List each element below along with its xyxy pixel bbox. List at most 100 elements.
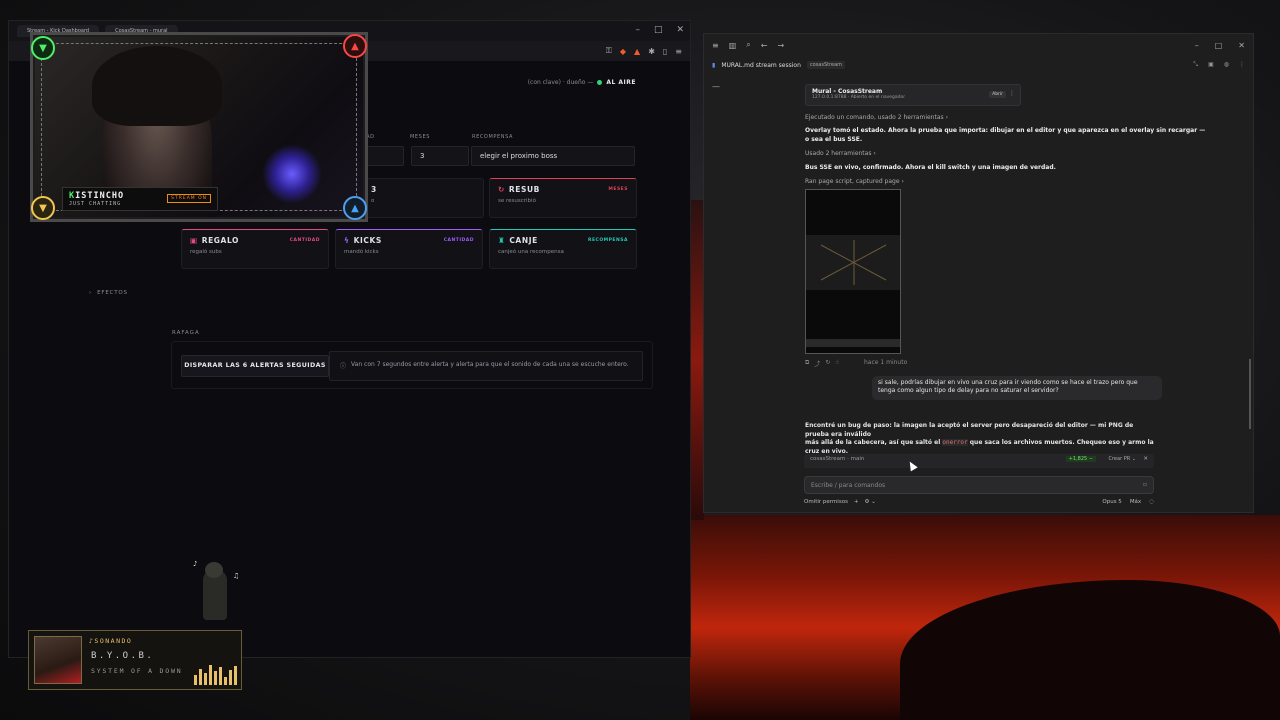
card-subtitle-partial: o xyxy=(371,198,375,204)
equalizer-bar xyxy=(194,675,197,685)
assistant-text-2: o sea el bus SSE. xyxy=(805,136,863,143)
branch-bar: cosasStream · main +1,825 − Crear PR ⌄ ✕ xyxy=(804,454,1154,468)
tool-summary-3[interactable]: Ran page script, captured page › xyxy=(805,178,904,185)
permissions-toggle[interactable]: Omitir permisos xyxy=(804,499,848,505)
live-dot-icon xyxy=(597,80,603,85)
forward-icon[interactable]: → xyxy=(777,41,784,50)
expand-icon[interactable]: ⤡ xyxy=(1193,61,1198,69)
diff-stats[interactable]: +1,825 − xyxy=(1065,456,1096,462)
terminal-icon[interactable]: ▣ xyxy=(1208,61,1214,69)
chat-placeholder: Escribe / para comandos xyxy=(811,482,886,489)
sidebar-toggle-icon[interactable]: ▥ xyxy=(729,41,737,50)
model-selector[interactable]: Opus 5 xyxy=(1102,499,1121,505)
gold-emblem-icon: ▼ xyxy=(31,196,55,220)
equalizer-bar xyxy=(229,670,232,685)
equalizer-bar xyxy=(199,669,202,685)
attach-icon[interactable]: ▫ xyxy=(1143,481,1147,488)
reply-line-1: Encontré un bug de paso: la imagen la ac… xyxy=(805,422,1134,438)
user-message: si sale, podrías dibujar en vivo una cru… xyxy=(872,376,1162,400)
minimize-icon[interactable]: – xyxy=(1195,41,1199,50)
plus-icon[interactable]: + xyxy=(854,499,859,505)
session-title[interactable]: MURAL.md stream session xyxy=(721,62,801,69)
card-badge: RECOMPENSA xyxy=(587,238,628,243)
section-rafaga: RAFAGA xyxy=(172,330,200,336)
card-subtitle: mandó kicks xyxy=(344,249,379,255)
close-icon[interactable]: ✕ xyxy=(1238,41,1245,50)
more-icon[interactable]: ⋮ xyxy=(1239,61,1245,69)
timestamp: hace 1 minuto xyxy=(864,359,908,366)
months-input[interactable]: 3 xyxy=(411,146,469,166)
fire-all-alerts-button[interactable]: DISPARAR LAS 6 ALERTAS SEGUIDAS xyxy=(181,355,329,377)
equalizer-bar xyxy=(234,666,237,685)
tool-summary-text: Ran page script, captured page xyxy=(805,178,900,185)
message-actions: ⧉ ⤴ ↻ ☝ hace 1 minuto xyxy=(805,359,907,368)
alert-card-resub[interactable]: ↻ RESUB MESES se resuscribió xyxy=(489,178,637,218)
retry-icon[interactable]: ↻ xyxy=(825,359,830,368)
now-playing-widget: ♪SONANDO B.Y.O.B. SYSTEM OF A DOWN xyxy=(28,630,242,690)
alert-card-partial[interactable]: 3 o xyxy=(362,178,484,218)
more-icon[interactable]: ⋮ xyxy=(1009,90,1015,97)
alert-card-regalo[interactable]: ▣ REGALO CANTIDAD regaló subs xyxy=(181,229,329,269)
maximize-icon[interactable]: □ xyxy=(1215,41,1223,50)
blue-emblem-icon: ▲ xyxy=(343,196,367,220)
claude-titlebar: ≡ ▥ ⌕ ← → – □ ✕ xyxy=(704,34,1253,56)
preview-subtitle: 127.0.0.1:8788 · Abierto en el navegador xyxy=(812,95,906,100)
menu-icon[interactable]: ≡ xyxy=(712,41,719,50)
alert-card-kicks[interactable]: ϟ KICKS CANTIDAD mandó kicks xyxy=(335,229,483,269)
open-button[interactable]: Abrir xyxy=(989,91,1006,98)
thumb-icon[interactable]: ☝ xyxy=(835,359,839,368)
close-icon[interactable]: ✕ xyxy=(1143,456,1148,462)
menu-icon[interactable]: ≡ xyxy=(675,47,682,56)
effort-selector[interactable]: Máx xyxy=(1130,499,1141,505)
screenshot-toolbar xyxy=(806,339,900,347)
chat-scrollbar[interactable] xyxy=(1249,359,1251,429)
music-note-icon: ♪ xyxy=(193,560,198,568)
model-controls: Opus 5 Máx ◌ xyxy=(1102,499,1154,505)
tool-summary-1[interactable]: Ejecutado un comando, usado 2 herramient… xyxy=(805,114,948,121)
preview-card: Mural - CosasStream 127.0.0.1:8788 · Abi… xyxy=(805,84,1021,106)
brave-shield-icon[interactable]: ◆ xyxy=(620,47,626,56)
minimize-icon[interactable]: – xyxy=(635,25,640,35)
equalizer-bar xyxy=(209,665,212,685)
page-screenshot[interactable] xyxy=(805,189,901,354)
globe-icon[interactable]: ◍ xyxy=(1224,61,1229,69)
back-icon[interactable]: ← xyxy=(761,41,768,50)
inline-code: onerror xyxy=(942,439,968,447)
webcam-feed xyxy=(41,43,357,211)
card-subtitle: regaló subs xyxy=(190,249,222,255)
partial-field[interactable] xyxy=(362,146,404,166)
claude-window: ≡ ▥ ⌕ ← → – □ ✕ ▮ MURAL.md stream sessio… xyxy=(703,33,1254,513)
close-icon[interactable]: ✕ xyxy=(676,25,684,35)
composer-footer: Omitir permisos + ⚙ ⌄ Opus 5 Máx ◌ xyxy=(804,499,1154,505)
settings-icon[interactable]: ⚙ ⌄ xyxy=(865,499,876,505)
search-icon[interactable]: ⌕ xyxy=(746,40,750,50)
chat-input[interactable]: Escribe / para comandos ▫ xyxy=(804,476,1154,494)
maximize-icon[interactable]: □ xyxy=(654,25,663,35)
bolt-icon: ϟ xyxy=(344,236,350,245)
header-recompensa: RECOMPENSA xyxy=(472,134,513,140)
sidebar-item-efectos[interactable]: › EFECTOS xyxy=(89,290,128,296)
create-pr-button[interactable]: Crear PR ⌄ xyxy=(1109,456,1137,462)
header-meses: MESES xyxy=(410,134,430,140)
alert-card-canje[interactable]: ♜ CANJE RECOMPENSA canjeó una recompensa xyxy=(489,229,637,269)
share-icon[interactable]: ⤴ xyxy=(814,359,820,368)
album-art xyxy=(34,636,82,684)
extensions-icon[interactable]: ✱ xyxy=(648,47,655,56)
branch-label[interactable]: cosasStream · main xyxy=(810,456,864,462)
cross-drawing xyxy=(820,240,887,285)
brave-rewards-icon[interactable]: ▲ xyxy=(634,47,640,56)
key-icon[interactable]: ⚿ xyxy=(606,46,612,56)
trophy-icon: ♜ xyxy=(498,236,506,245)
sidebar-icon[interactable]: ▯ xyxy=(663,47,667,56)
screenshot-canvas xyxy=(806,235,900,290)
tool-summary-text: Ejecutado un comando, usado 2 herramient… xyxy=(805,114,944,121)
reward-input[interactable]: elegir el proximo boss xyxy=(471,146,635,166)
tool-summary-2[interactable]: Usado 2 herramientas › xyxy=(805,150,876,157)
card-badge: MESES xyxy=(608,187,628,192)
equalizer xyxy=(194,665,237,685)
session-header: ▮ MURAL.md stream session cosasStream ⤡ … xyxy=(704,56,1253,74)
copy-icon[interactable]: ⧉ xyxy=(805,359,809,368)
collapse-icon[interactable]: — xyxy=(712,82,720,91)
assistant-reply: Encontré un bug de paso: la imagen la ac… xyxy=(805,422,1155,457)
card-title: KICKS xyxy=(353,236,382,245)
